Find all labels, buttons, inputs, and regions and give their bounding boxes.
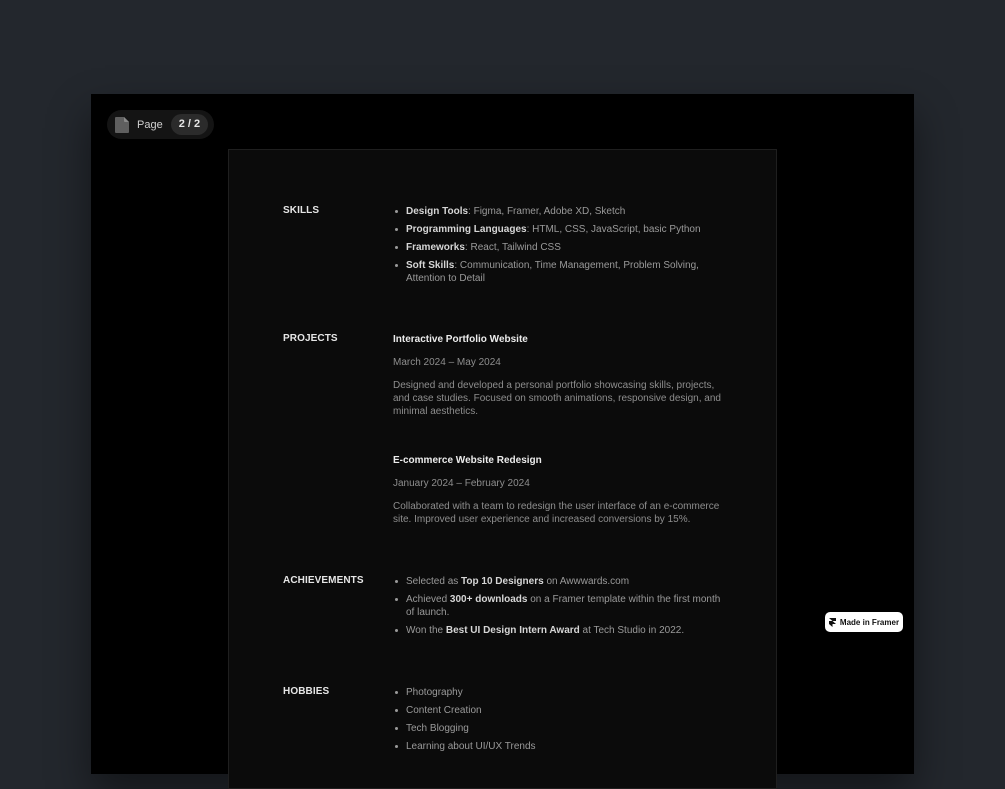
page-indicator: Page 2 / 2	[107, 110, 215, 139]
list-item: Photography	[393, 686, 723, 699]
resume-page: SKILLS Design Tools: Figma, Framer, Adob…	[228, 149, 777, 789]
made-in-framer-badge[interactable]: Made in Framer	[825, 612, 903, 632]
project-entry: Interactive Portfolio Website March 2024…	[393, 333, 723, 418]
achievements-list: Selected as Top 10 Designers on Awwwards…	[393, 575, 723, 637]
list-item: Content Creation	[393, 704, 723, 717]
pdf-viewer: Page 2 / 2 SKILLS Design Tools: Figma, F…	[91, 94, 914, 789]
list-item: Won the Best UI Design Intern Award at T…	[393, 624, 723, 637]
project-title: Interactive Portfolio Website	[393, 334, 528, 345]
project-entry: E-commerce Website Redesign January 2024…	[393, 454, 723, 526]
section-title-hobbies: HOBBIES	[283, 686, 330, 697]
section-title-skills: SKILLS	[283, 205, 320, 216]
project-date: January 2024 – February 2024	[393, 478, 530, 489]
skills-list: Design Tools: Figma, Framer, Adobe XD, S…	[393, 205, 723, 285]
project-description: Collaborated with a team to redesign the…	[393, 501, 720, 525]
page-label: Page	[137, 118, 163, 131]
project-date: March 2024 – May 2024	[393, 357, 501, 368]
document-icon	[115, 116, 129, 133]
hobbies-list: Photography Content Creation Tech Bloggi…	[393, 686, 723, 753]
project-title: E-commerce Website Redesign	[393, 455, 542, 466]
list-item: Design Tools: Figma, Framer, Adobe XD, S…	[393, 205, 723, 218]
list-item: Frameworks: React, Tailwind CSS	[393, 241, 723, 254]
list-item: Tech Blogging	[393, 722, 723, 735]
section-title-achievements: ACHIEVEMENTS	[283, 575, 364, 586]
list-item: Selected as Top 10 Designers on Awwwards…	[393, 575, 723, 588]
list-item: Soft Skills: Communication, Time Managem…	[393, 259, 723, 285]
list-item: Programming Languages: HTML, CSS, JavaSc…	[393, 223, 723, 236]
badge-label: Made in Framer	[839, 617, 900, 627]
page-count: 2 / 2	[170, 114, 209, 135]
list-item: Learning about UI/UX Trends	[393, 740, 723, 753]
project-description: Designed and developed a personal portfo…	[393, 380, 721, 417]
section-title-projects: PROJECTS	[283, 333, 338, 344]
framer-logo-icon	[828, 617, 836, 627]
list-item: Achieved 300+ downloads on a Framer temp…	[393, 593, 723, 619]
